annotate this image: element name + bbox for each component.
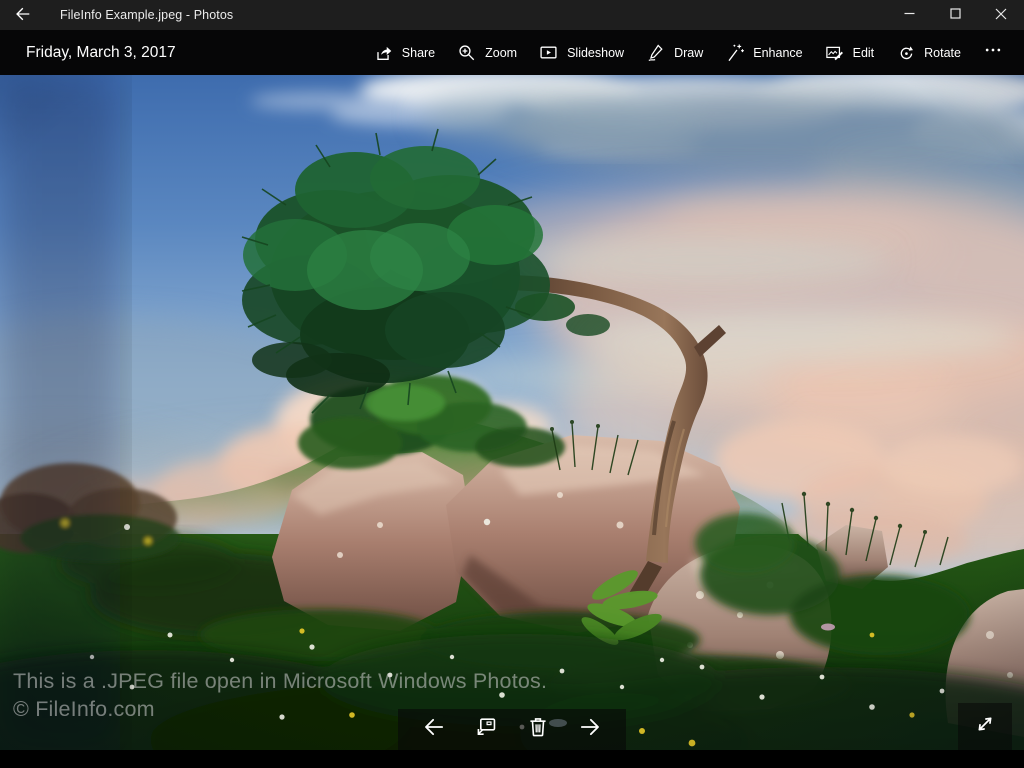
back-arrow-icon bbox=[14, 5, 32, 26]
edit-label: Edit bbox=[853, 46, 875, 60]
bottom-letterbox bbox=[0, 750, 1024, 768]
filmstrip-bar bbox=[398, 709, 626, 750]
photo-image bbox=[0, 75, 1024, 750]
fullscreen-icon bbox=[973, 712, 997, 741]
fullscreen-button[interactable] bbox=[958, 703, 1012, 750]
zoom-icon bbox=[457, 43, 476, 62]
delete-button[interactable] bbox=[512, 709, 564, 750]
previous-button[interactable] bbox=[408, 709, 460, 750]
window-title: FileInfo Example.jpeg - Photos bbox=[60, 8, 233, 22]
share-label: Share bbox=[402, 46, 435, 60]
share-icon bbox=[374, 43, 393, 62]
delete-icon bbox=[525, 714, 551, 745]
rotate-button[interactable]: Rotate bbox=[885, 36, 972, 69]
draw-button[interactable]: Draw bbox=[635, 36, 714, 69]
edit-icon bbox=[825, 43, 844, 62]
command-buttons: Share Zoom Slideshow bbox=[363, 34, 1014, 71]
minimize-icon bbox=[904, 8, 915, 22]
edit-button[interactable]: Edit bbox=[814, 36, 886, 69]
photo-date: Friday, March 3, 2017 bbox=[26, 44, 176, 62]
back-button[interactable] bbox=[0, 0, 46, 30]
maximize-button[interactable] bbox=[932, 0, 978, 30]
previous-arrow-icon bbox=[421, 714, 447, 745]
slideshow-button[interactable]: Slideshow bbox=[528, 36, 635, 69]
close-button[interactable] bbox=[978, 0, 1024, 30]
add-to-button[interactable] bbox=[460, 709, 512, 750]
command-bar: Friday, March 3, 2017 Share bbox=[0, 30, 1024, 75]
share-button[interactable]: Share bbox=[363, 36, 446, 69]
enhance-icon bbox=[725, 43, 744, 62]
minimize-button[interactable] bbox=[886, 0, 932, 30]
zoom-button[interactable]: Zoom bbox=[446, 36, 528, 69]
rotate-icon bbox=[896, 43, 915, 62]
title-bar: FileInfo Example.jpeg - Photos bbox=[0, 0, 1024, 30]
draw-icon bbox=[646, 43, 665, 62]
see-more-icon bbox=[984, 41, 1002, 64]
see-more-button[interactable] bbox=[972, 34, 1014, 71]
next-arrow-icon bbox=[577, 714, 603, 745]
slideshow-icon bbox=[539, 43, 558, 62]
next-button[interactable] bbox=[564, 709, 616, 750]
slideshow-label: Slideshow bbox=[567, 46, 624, 60]
close-icon bbox=[995, 8, 1007, 23]
enhance-label: Enhance bbox=[753, 46, 802, 60]
add-to-icon bbox=[473, 714, 499, 745]
enhance-button[interactable]: Enhance bbox=[714, 36, 813, 69]
photo-canvas[interactable]: This is a .JPEG file open in Microsoft W… bbox=[0, 75, 1024, 750]
maximize-icon bbox=[950, 8, 961, 22]
photos-app-window: FileInfo Example.jpeg - Photos Friday, M… bbox=[0, 0, 1024, 768]
window-controls bbox=[886, 0, 1024, 30]
draw-label: Draw bbox=[674, 46, 703, 60]
rotate-label: Rotate bbox=[924, 46, 961, 60]
zoom-label: Zoom bbox=[485, 46, 517, 60]
